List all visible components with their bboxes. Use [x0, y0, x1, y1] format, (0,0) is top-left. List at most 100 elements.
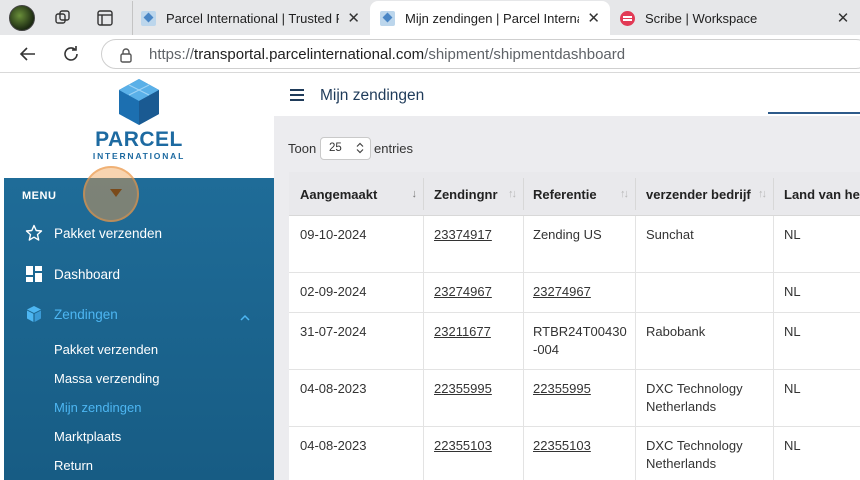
sidebar-item-dashboard[interactable]: Dashboard	[24, 262, 120, 286]
cell-reference-link[interactable]: 23274967	[533, 283, 591, 301]
column-separator	[635, 178, 636, 210]
page-size-label: Toon	[288, 141, 317, 156]
dashboard-icon	[24, 264, 44, 284]
table-header: Aangemaakt ↓ Zendingnr ↑↓ Referentie ↑↓ …	[289, 172, 860, 216]
back-arrow-icon[interactable]	[16, 42, 40, 66]
logo-subtext: INTERNATIONAL	[92, 151, 186, 161]
url-text: https://transportal.parcelinternational.…	[149, 46, 625, 63]
logo-text: PARCEL	[95, 128, 183, 151]
tab-scribe[interactable]: Scribe | Workspace ✕	[612, 1, 860, 35]
sidebar-item-label: Dashboard	[54, 266, 121, 282]
parcel-favicon-icon	[141, 10, 156, 26]
sidebar-item-label: Zendingen	[54, 306, 118, 322]
menu-title: MENU	[22, 190, 57, 202]
address-bar: https://transportal.parcelinternational.…	[0, 35, 860, 73]
box-icon	[24, 304, 44, 324]
cell-shipment-link[interactable]: 22355995	[434, 380, 492, 398]
sort-caret-icon[interactable]	[110, 189, 122, 197]
reload-icon[interactable]	[59, 42, 83, 66]
sidebar-subitem-pakket-verzenden[interactable]: Pakket verzenden	[54, 342, 158, 357]
column-header-label: Land van her	[784, 186, 860, 202]
profile-avatar[interactable]	[9, 5, 35, 31]
close-icon[interactable]: ✕	[836, 9, 850, 27]
tab-actions-icon[interactable]	[92, 5, 118, 31]
cell-company: Sunchat	[646, 227, 694, 242]
tab-title: Scribe | Workspace	[645, 10, 758, 26]
cell-country: NL	[784, 324, 801, 339]
parcel-favicon-icon	[380, 10, 395, 26]
chevron-up-icon[interactable]	[240, 309, 250, 327]
cell-created: 02-09-2024	[300, 284, 367, 299]
close-icon[interactable]: ✕	[347, 9, 360, 27]
cell-created: 04-08-2023	[300, 438, 367, 453]
column-separator	[423, 178, 424, 210]
column-separator	[773, 178, 774, 210]
tab-mijn-zendingen[interactable]: Mijn zendingen | Parcel Internatio ✕	[370, 1, 610, 35]
cell-shipment-link[interactable]: 23274967	[434, 283, 492, 301]
sort-down-icon: ↓	[411, 188, 417, 200]
sidebar-subitem-return[interactable]: Return	[54, 458, 93, 473]
main-content: Toon 25 entries Aangemaakt ↓ Zendingnr ↑…	[274, 116, 860, 480]
tab-title: Mijn zendingen | Parcel Internatio	[405, 10, 580, 26]
page-title: Mijn zendingen	[320, 87, 425, 104]
sort-icon: ↑↓	[620, 188, 629, 200]
browser-tab-bar: Parcel International | Trusted Partr ✕ M…	[0, 0, 860, 35]
cell-created: 31-07-2024	[300, 324, 367, 339]
cell-shipment-link[interactable]: 23211677	[434, 323, 491, 341]
cell-country: NL	[784, 381, 801, 396]
sidebar-subitem-mijn-zendingen[interactable]: Mijn zendingen	[54, 400, 141, 415]
tab-title: Parcel International | Trusted Partr	[166, 10, 339, 26]
column-header-referentie[interactable]: Referentie ↑↓	[533, 172, 635, 216]
url-field[interactable]: https://transportal.parcelinternational.…	[101, 39, 860, 69]
cell-shipment-link[interactable]: 22355103	[434, 437, 492, 455]
url-path: /shipment/shipmentdashboard	[424, 46, 626, 63]
column-header-land-van-herkomst[interactable]: Land van her	[784, 172, 860, 216]
column-header-verzender-bedrijf[interactable]: verzender bedrijf ↑↓	[646, 172, 773, 216]
workspaces-icon[interactable]	[50, 5, 76, 31]
cell-shipment-link[interactable]: 23374917	[434, 226, 492, 244]
cell-company: Rabobank	[646, 324, 706, 339]
cell-reference: Zending US	[533, 227, 602, 242]
sidebar: MENU Pakket verzenden Dashboard Zendinge…	[4, 178, 274, 480]
table-row: 04-08-2023 22355103 22355103 DXC Technol…	[289, 427, 860, 480]
cell-reference-link[interactable]: 22355103	[533, 437, 591, 455]
header-underline	[768, 112, 860, 114]
page-size-value: 25	[329, 142, 342, 154]
table-row: 02-09-2024 23274967 23274967 NL	[289, 273, 860, 313]
logo-area: PARCEL INTERNATIONAL	[4, 73, 274, 178]
star-icon	[24, 223, 44, 243]
scribe-favicon-icon	[620, 10, 635, 26]
parcel-logo-icon[interactable]	[117, 78, 161, 131]
cell-company: DXC Technology Netherlands	[646, 381, 743, 414]
cell-created: 04-08-2023	[300, 381, 367, 396]
sort-icon: ↑↓	[508, 188, 517, 200]
cell-reference: RTBR24T00430-004	[533, 324, 627, 357]
sidebar-item-label: Pakket verzenden	[54, 225, 163, 241]
column-header-aangemaakt[interactable]: Aangemaakt ↓	[300, 172, 423, 216]
close-icon[interactable]: ✕	[587, 9, 600, 27]
tab-parcel-international[interactable]: Parcel International | Trusted Partr ✕	[132, 1, 370, 35]
sort-icon: ↑↓	[758, 188, 767, 200]
sidebar-item-pakket-verzenden[interactable]: Pakket verzenden	[24, 221, 162, 245]
column-header-label: verzender bedrijf	[646, 186, 751, 202]
lock-icon	[119, 47, 133, 68]
url-host: transportal.parcelinternational.com	[194, 46, 425, 63]
entries-label: entries	[374, 141, 414, 156]
cell-reference-link[interactable]: 22355995	[533, 380, 591, 398]
cell-country: NL	[784, 284, 801, 299]
cell-created: 09-10-2024	[300, 227, 367, 242]
table-row: 31-07-2024 23211677 RTBR24T00430-004 Rab…	[289, 313, 860, 370]
cell-country: NL	[784, 438, 801, 453]
table-row: 09-10-2024 23374917 Zending US Sunchat N…	[289, 216, 860, 273]
column-header-zendingnr[interactable]: Zendingnr ↑↓	[434, 172, 523, 216]
cell-company: DXC Technology Netherlands	[646, 438, 743, 471]
table-row: 04-08-2023 22355995 22355995 DXC Technol…	[289, 370, 860, 427]
hamburger-menu-icon[interactable]	[290, 88, 304, 106]
page-size-select[interactable]: 25	[320, 137, 371, 160]
sidebar-subitem-massa-verzending[interactable]: Massa verzending	[54, 371, 160, 386]
url-prefix: https://	[149, 46, 195, 63]
sidebar-item-zendingen[interactable]: Zendingen	[24, 302, 118, 326]
sidebar-subitem-marktplaats[interactable]: Marktplaats	[54, 429, 121, 444]
column-header-label: Aangemaakt	[300, 186, 378, 202]
column-separator	[523, 178, 524, 210]
